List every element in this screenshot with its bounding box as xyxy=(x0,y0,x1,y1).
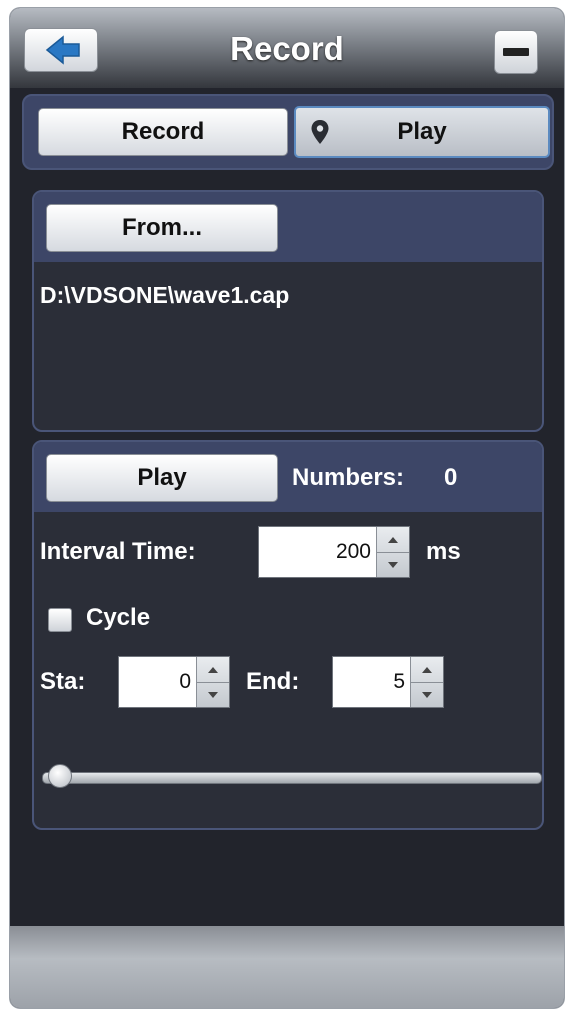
tab-record[interactable]: Record xyxy=(38,108,288,156)
playback-slider-handle[interactable] xyxy=(48,764,72,788)
end-stepper-arrows xyxy=(410,657,443,707)
triangle-down-icon xyxy=(388,561,398,568)
end-stepper[interactable]: 5 xyxy=(332,656,444,708)
start-stepper[interactable]: 0 xyxy=(118,656,230,708)
triangle-down-icon xyxy=(422,691,432,698)
interval-time-value: 200 xyxy=(335,540,371,563)
minimize-button[interactable] xyxy=(494,30,538,74)
start-label: Sta: xyxy=(40,668,86,695)
interval-stepper-arrows xyxy=(376,527,409,577)
triangle-up-icon xyxy=(422,666,432,673)
tab-play[interactable]: Play xyxy=(294,106,550,158)
cycle-checkbox[interactable] xyxy=(48,608,72,632)
cycle-label: Cycle xyxy=(86,604,151,631)
end-value: 5 xyxy=(393,670,405,693)
record-window: Record Record Play From... D:\VDSONE\wav… xyxy=(10,8,564,1008)
title-bar: Record xyxy=(10,8,564,88)
play-button[interactable]: Play xyxy=(46,454,278,502)
interval-unit: ms xyxy=(426,538,461,565)
interval-up-button[interactable] xyxy=(377,527,409,553)
minus-icon xyxy=(503,48,529,56)
interval-time-stepper[interactable]: 200 xyxy=(258,526,410,578)
from-button-label: From... xyxy=(121,214,202,241)
window-title: Record xyxy=(230,30,344,67)
end-up-button[interactable] xyxy=(411,657,443,683)
interval-time-label: Interval Time: xyxy=(40,538,196,565)
interval-down-button[interactable] xyxy=(377,552,409,577)
triangle-up-icon xyxy=(388,536,398,543)
start-stepper-arrows xyxy=(196,657,229,707)
numbers-value: 0 xyxy=(444,464,458,491)
map-pin-icon xyxy=(311,120,329,144)
tab-play-label: Play xyxy=(397,118,447,145)
play-button-label: Play xyxy=(137,464,187,491)
start-up-button[interactable] xyxy=(197,657,229,683)
file-panel: From... D:\VDSONE\wave1.cap xyxy=(32,190,544,432)
playback-slider-track[interactable] xyxy=(42,772,542,784)
bottom-bar xyxy=(10,926,564,1008)
from-button[interactable]: From... xyxy=(46,204,278,252)
file-path: D:\VDSONE\wave1.cap xyxy=(40,282,290,308)
start-down-button[interactable] xyxy=(197,682,229,707)
end-label: End: xyxy=(246,668,300,695)
tab-record-label: Record xyxy=(121,118,205,145)
playback-panel: Play Numbers: 0 Interval Time: 200 ms Cy… xyxy=(32,440,544,830)
triangle-up-icon xyxy=(208,666,218,673)
numbers-label: Numbers: xyxy=(292,464,405,491)
start-value: 0 xyxy=(179,670,191,693)
triangle-down-icon xyxy=(208,691,218,698)
mode-tabs-panel: Record Play xyxy=(22,94,554,170)
end-down-button[interactable] xyxy=(411,682,443,707)
